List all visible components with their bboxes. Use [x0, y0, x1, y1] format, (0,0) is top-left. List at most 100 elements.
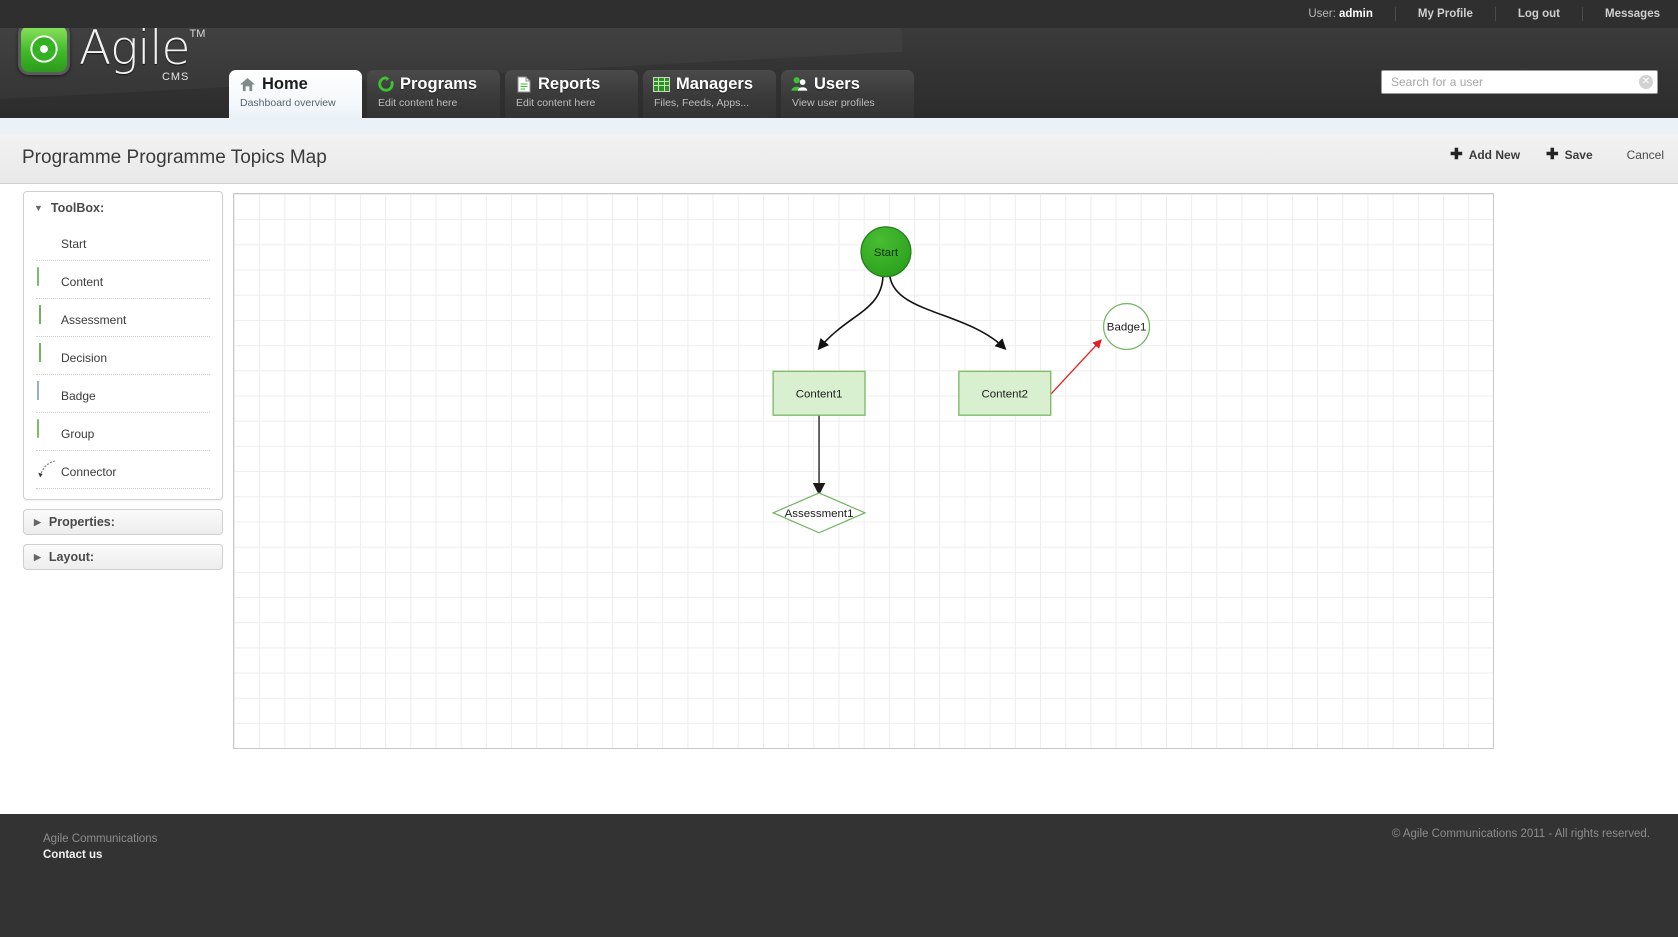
decision-node-icon: [36, 343, 58, 366]
chevron-right-icon: ▶: [34, 551, 41, 562]
aperture-icon: [18, 28, 70, 75]
toolbox-item-start-label: Start: [61, 237, 87, 251]
tab-managers-label: Managers: [676, 75, 754, 93]
subheader-strip: [0, 118, 1678, 135]
add-new-button[interactable]: ✚ Add New: [1450, 146, 1520, 163]
toolbox-header[interactable]: ▼ ToolBox:: [24, 192, 222, 221]
site-header: Agile TM CMS Home Dashboard overview Pro…: [0, 28, 1678, 118]
main-navigation: Home Dashboard overview Programs Edit co…: [229, 70, 919, 118]
user-name: admin: [1339, 8, 1373, 20]
log-out-link[interactable]: Log out: [1494, 7, 1582, 21]
site-footer: Agile Communications Contact us © Agile …: [0, 814, 1678, 937]
toolbox-item-connector[interactable]: Connector: [36, 451, 210, 489]
tab-users-label: Users: [814, 75, 860, 93]
toolbox-item-start[interactable]: Start: [36, 223, 210, 261]
tab-managers-subtitle: Files, Feeds, Apps...: [654, 97, 750, 109]
connector-icon: [36, 458, 58, 480]
page-title-bar: Programme Programme Topics Map ✚ Add New…: [0, 135, 1678, 184]
tab-users-title-row: Users: [791, 74, 914, 94]
plus-icon: ✚: [1546, 146, 1559, 163]
sidebar: ▼ ToolBox: Start Content Assessment Deci…: [23, 191, 223, 570]
node-assessment1[interactable]: Assessment1: [771, 492, 867, 534]
main-content: ▼ ToolBox: Start Content Assessment Deci…: [0, 184, 1678, 814]
brand-logo[interactable]: Agile TM CMS: [18, 28, 205, 83]
refresh-icon: [377, 76, 394, 93]
cancel-button[interactable]: Cancel: [1627, 148, 1664, 162]
node-content1-label: Content1: [796, 388, 843, 400]
brand-name: Agile: [79, 28, 190, 76]
save-button[interactable]: ✚ Save: [1546, 146, 1593, 163]
chevron-right-icon: ▶: [34, 516, 41, 527]
footer-left: Agile Communications Contact us: [43, 831, 157, 863]
toolbox-item-decision-label: Decision: [61, 351, 108, 365]
edge-start-content1[interactable]: [817, 276, 884, 351]
aperture-icon-svg: [30, 35, 58, 63]
brand-wordmark: Agile TM CMS: [79, 28, 205, 83]
node-assessment1-label: Assessment1: [785, 508, 854, 520]
footer-copyright: © Agile Communications 2011 - All rights…: [1391, 828, 1650, 840]
user-search-box[interactable]: ✕: [1381, 70, 1658, 94]
page-title: Programme Programme Topics Map: [22, 147, 327, 168]
search-input[interactable]: [1389, 72, 1639, 92]
cancel-label: Cancel: [1626, 148, 1664, 162]
tab-users[interactable]: Users View user profiles: [781, 70, 914, 118]
footer-org-name: Agile Communications: [43, 833, 158, 845]
tab-reports[interactable]: Reports Edit content here: [505, 70, 638, 118]
tab-managers[interactable]: Managers Files, Feeds, Apps...: [643, 70, 776, 118]
properties-panel-header[interactable]: ▶ Properties:: [23, 509, 223, 535]
toolbox-item-assessment[interactable]: Assessment: [36, 299, 210, 337]
plus-icon: ✚: [1450, 146, 1463, 163]
toolbox-item-content-label: Content: [61, 275, 104, 289]
toolbox-item-connector-label: Connector: [61, 465, 117, 479]
diagram-svg: Start Content1 Content2 Badge1 Assessmen…: [771, 226, 1151, 534]
node-badge1[interactable]: Badge1: [1103, 303, 1151, 351]
tab-programs[interactable]: Programs Edit content here: [367, 70, 500, 118]
properties-heading: Properties:: [48, 515, 115, 529]
edge-content2-badge1[interactable]: [1050, 339, 1102, 395]
tab-programs-title-row: Programs: [377, 74, 500, 94]
toolbox-item-group[interactable]: Group: [36, 413, 210, 451]
layout-panel-header[interactable]: ▶ Layout:: [23, 544, 223, 570]
my-profile-link[interactable]: My Profile: [1394, 7, 1495, 21]
save-label: Save: [1564, 148, 1593, 162]
toolbox-item-badge[interactable]: Badge: [36, 375, 210, 413]
trademark-mark: TM: [189, 28, 206, 40]
start-node-icon: [36, 230, 58, 252]
toolbox-item-list: Start Content Assessment Decision Badge: [24, 221, 222, 499]
tab-home-label: Home: [262, 75, 308, 93]
document-icon: [515, 76, 532, 93]
assessment-node-icon: [36, 305, 58, 328]
chevron-down-icon: ▼: [34, 203, 43, 213]
top-utility-bar: User: admin My Profile Log out Messages: [0, 0, 1678, 28]
brand-subtitle: CMS: [161, 71, 190, 83]
home-icon: [239, 76, 256, 93]
toolbox-item-assessment-label: Assessment: [61, 313, 127, 327]
badge-node-icon: [36, 381, 58, 404]
node-content2[interactable]: Content2: [958, 370, 1052, 416]
layout-heading: Layout:: [48, 550, 95, 564]
node-badge1-label: Badge1: [1107, 322, 1147, 334]
edge-start-content2[interactable]: [889, 276, 1007, 351]
tab-managers-title-row: Managers: [653, 74, 776, 94]
current-user-label: User: admin: [1286, 7, 1395, 21]
node-content1[interactable]: Content1: [772, 370, 866, 416]
tab-reports-label: Reports: [538, 75, 601, 93]
node-start-label: Start: [874, 247, 899, 259]
topics-map-canvas[interactable]: Start Content1 Content2 Badge1 Assessmen…: [233, 193, 1494, 749]
node-start[interactable]: Start: [860, 226, 912, 278]
toolbox-item-content[interactable]: Content: [36, 261, 210, 299]
clear-icon[interactable]: ✕: [1639, 75, 1653, 89]
contact-us-link[interactable]: Contact us: [43, 847, 157, 863]
tab-programs-label: Programs: [400, 75, 478, 93]
node-content2-label: Content2: [981, 388, 1028, 400]
messages-link[interactable]: Messages: [1582, 7, 1678, 21]
tab-home-title-row: Home: [239, 74, 362, 94]
toolbox-item-badge-label: Badge: [61, 389, 96, 403]
group-node-icon: [36, 419, 58, 442]
tab-programs-subtitle: Edit content here: [378, 97, 458, 109]
users-icon: [791, 76, 808, 93]
tab-home-subtitle: Dashboard overview: [240, 97, 336, 109]
tab-reports-subtitle: Edit content here: [516, 97, 596, 109]
toolbox-item-decision[interactable]: Decision: [36, 337, 210, 375]
tab-home[interactable]: Home Dashboard overview: [229, 70, 362, 118]
